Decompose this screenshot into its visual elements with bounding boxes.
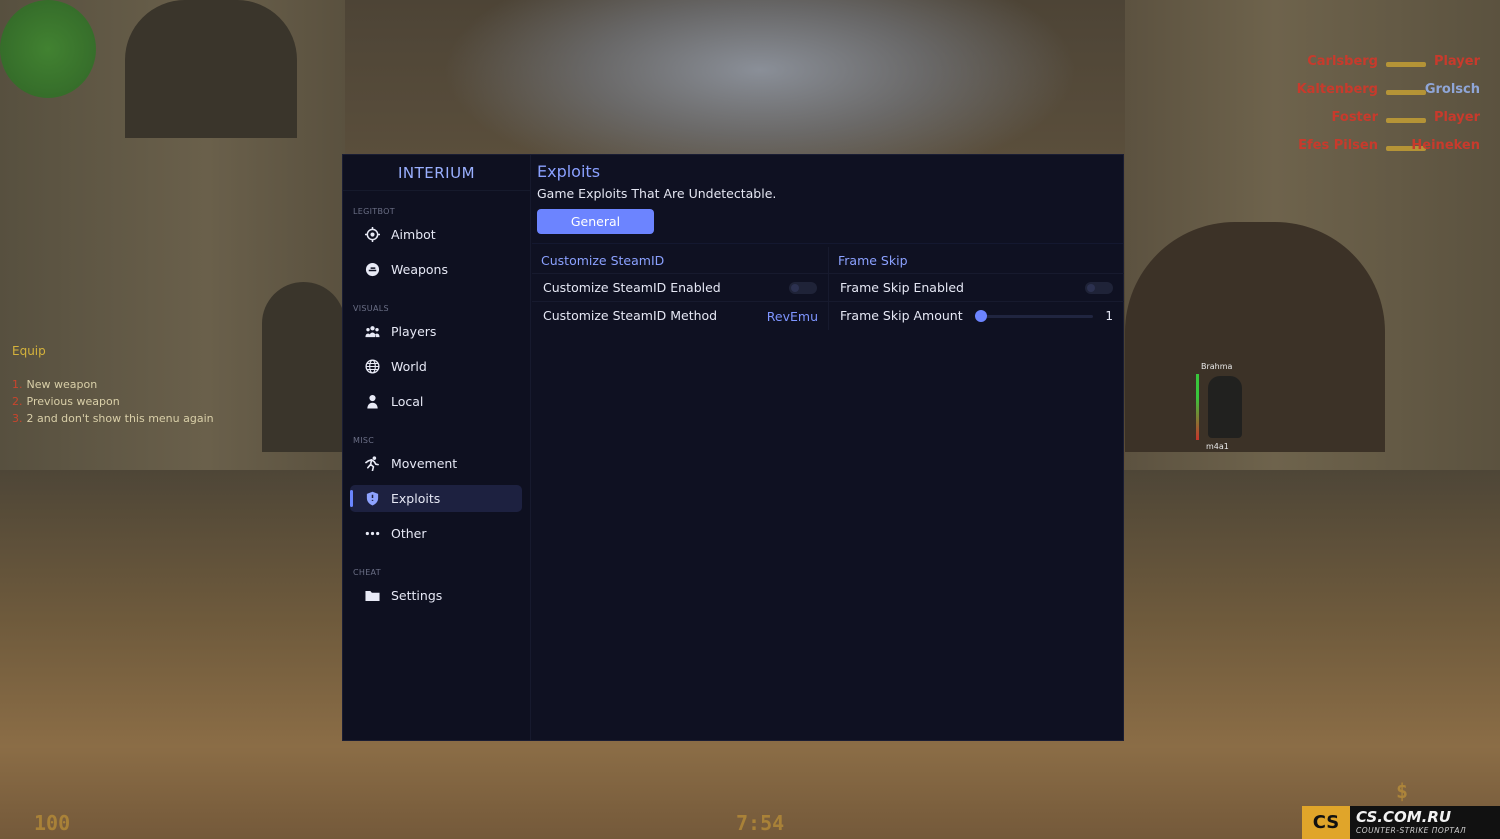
sidebar-item-other[interactable]: Other xyxy=(350,520,522,547)
player-esp: Brahma m4a1 xyxy=(1196,362,1256,452)
panel-frame-skip: Frame Skip Frame Skip Enabled Frame Skip… xyxy=(829,247,1124,329)
sidebar-item-label: Aimbot xyxy=(391,227,436,242)
sidebar-item-movement[interactable]: Movement xyxy=(350,450,522,477)
killfeed-victim: Grolsch xyxy=(1424,82,1480,97)
setting-label: Frame Skip Amount xyxy=(840,308,963,323)
killfeed: Carlsberg Player Kaltenberg Grolsch Fost… xyxy=(1240,54,1480,166)
killfeed-row: Foster Player xyxy=(1240,110,1480,138)
sidebar-item-label: Settings xyxy=(391,588,443,603)
sidebar-item-world[interactable]: World xyxy=(350,353,522,380)
sidebar-item-label: Exploits xyxy=(391,491,441,506)
esp-player-name: Brahma xyxy=(1201,362,1233,371)
sidebar-item-local[interactable]: Local xyxy=(350,388,522,415)
equip-menu-title: Equip xyxy=(12,344,46,358)
killfeed-row: Carlsberg Player xyxy=(1240,54,1480,82)
equip-menu-item[interactable]: 3. 2 and don't show this menu again xyxy=(12,412,214,429)
crosshair-icon xyxy=(365,227,391,242)
sidebar-item-label: Players xyxy=(391,324,437,339)
killfeed-killer: Foster xyxy=(1331,110,1378,125)
sidebar-item-label: Weapons xyxy=(391,262,448,277)
ellipsis-icon xyxy=(365,526,391,541)
killfeed-row: Efes Pilsen Heineken xyxy=(1240,138,1480,166)
sidebar-item-exploits[interactable]: Exploits xyxy=(350,485,522,512)
sidebar-item-settings[interactable]: Settings xyxy=(350,582,522,609)
setting-row: Customize SteamID Method RevEmu xyxy=(532,301,828,329)
panel-title: Customize SteamID xyxy=(541,252,665,268)
sidebar-item-aimbot[interactable]: Aimbot xyxy=(350,221,522,248)
players-icon xyxy=(365,324,391,339)
watermark-subtitle: COUNTER-STRIKE ПОРТАЛ xyxy=(1356,826,1467,836)
game-window-arch xyxy=(125,0,297,138)
sidebar-item-label: World xyxy=(391,359,427,374)
sidebar: INTERIUM LEGITBOT Aimbot Weapons VISUALS… xyxy=(343,155,531,740)
killfeed-victim: Heineken xyxy=(1411,138,1480,153)
esp-weapon-name: m4a1 xyxy=(1206,442,1229,451)
section-label-visuals: VISUALS xyxy=(353,304,389,313)
content-area: Exploits Game Exploits That Are Undetect… xyxy=(532,155,1124,740)
killfeed-killer: Carlsberg xyxy=(1307,54,1378,69)
equip-menu: Equip 1. New weapon 2. Previous weapon 3. 2… xyxy=(12,344,214,429)
page-title: Exploits xyxy=(537,162,601,181)
equip-menu-item[interactable]: 2. Previous weapon xyxy=(12,395,214,412)
watermark-logo: CS xyxy=(1302,806,1350,839)
setting-label: Customize SteamID Enabled xyxy=(543,280,721,295)
killfeed-killer: Efes Pilsen xyxy=(1298,138,1378,153)
running-icon xyxy=(365,456,391,471)
game-doorway xyxy=(262,282,345,452)
esp-player-model xyxy=(1208,376,1242,438)
panel-title: Frame Skip xyxy=(838,252,908,268)
hud-health: 100 xyxy=(34,811,71,835)
setting-label: Customize SteamID Method xyxy=(543,308,718,323)
frame-skip-enabled-toggle[interactable] xyxy=(1085,282,1113,294)
setting-row: Frame Skip Amount 1 xyxy=(829,301,1124,329)
killfeed-killer: Kaltenberg xyxy=(1296,82,1378,97)
steamid-enabled-toggle[interactable] xyxy=(789,282,817,294)
weapon-icon xyxy=(1386,90,1426,95)
hud-timer: 7:54 xyxy=(736,811,785,835)
setting-label: Frame Skip Enabled xyxy=(840,280,964,295)
steamid-method-select[interactable]: RevEmu xyxy=(767,309,818,324)
brand-title: INTERIUM xyxy=(343,155,530,191)
section-label-cheat: CHEAT xyxy=(353,568,381,577)
cheat-menu-window: INTERIUM LEGITBOT Aimbot Weapons VISUALS… xyxy=(342,154,1124,741)
killfeed-victim: Player xyxy=(1433,110,1480,125)
divider xyxy=(532,243,1123,244)
weapon-icon xyxy=(1386,118,1426,123)
sidebar-item-players[interactable]: Players xyxy=(350,318,522,345)
watermark-title: CS.COM.RU xyxy=(1356,808,1452,827)
globe-icon xyxy=(365,359,391,374)
weapon-icon xyxy=(1386,62,1426,67)
weapons-icon xyxy=(365,262,391,277)
shield-icon xyxy=(365,491,391,506)
equip-menu-item[interactable]: 1. New weapon xyxy=(12,378,214,395)
hud-money: $ xyxy=(1396,779,1409,803)
sidebar-item-label: Movement xyxy=(391,456,458,471)
sidebar-item-label: Local xyxy=(391,394,424,409)
setting-row: Frame Skip Enabled xyxy=(829,273,1124,301)
game-radar xyxy=(0,0,96,98)
killfeed-row: Kaltenberg Grolsch xyxy=(1240,82,1480,110)
page-subtitle: Game Exploits That Are Undetectable. xyxy=(537,186,777,201)
section-label-misc: MISC xyxy=(353,436,375,445)
section-label-legitbot: LEGITBOT xyxy=(353,207,395,216)
user-icon xyxy=(365,394,391,409)
sidebar-item-weapons[interactable]: Weapons xyxy=(350,256,522,283)
killfeed-victim: Player xyxy=(1433,54,1480,69)
slider-value: 1 xyxy=(1105,309,1113,323)
tab-general[interactable]: General xyxy=(537,209,654,234)
frame-skip-amount-slider[interactable] xyxy=(975,310,1093,322)
folder-icon xyxy=(365,588,391,603)
setting-row: Customize SteamID Enabled xyxy=(532,273,828,301)
slider-handle[interactable] xyxy=(975,310,987,322)
esp-health-bar xyxy=(1196,374,1199,440)
site-watermark: CS CS.COM.RU COUNTER-STRIKE ПОРТАЛ xyxy=(1302,806,1500,839)
panel-customize-steamid: Customize SteamID Customize SteamID Enab… xyxy=(532,247,829,330)
sidebar-item-label: Other xyxy=(391,526,427,541)
